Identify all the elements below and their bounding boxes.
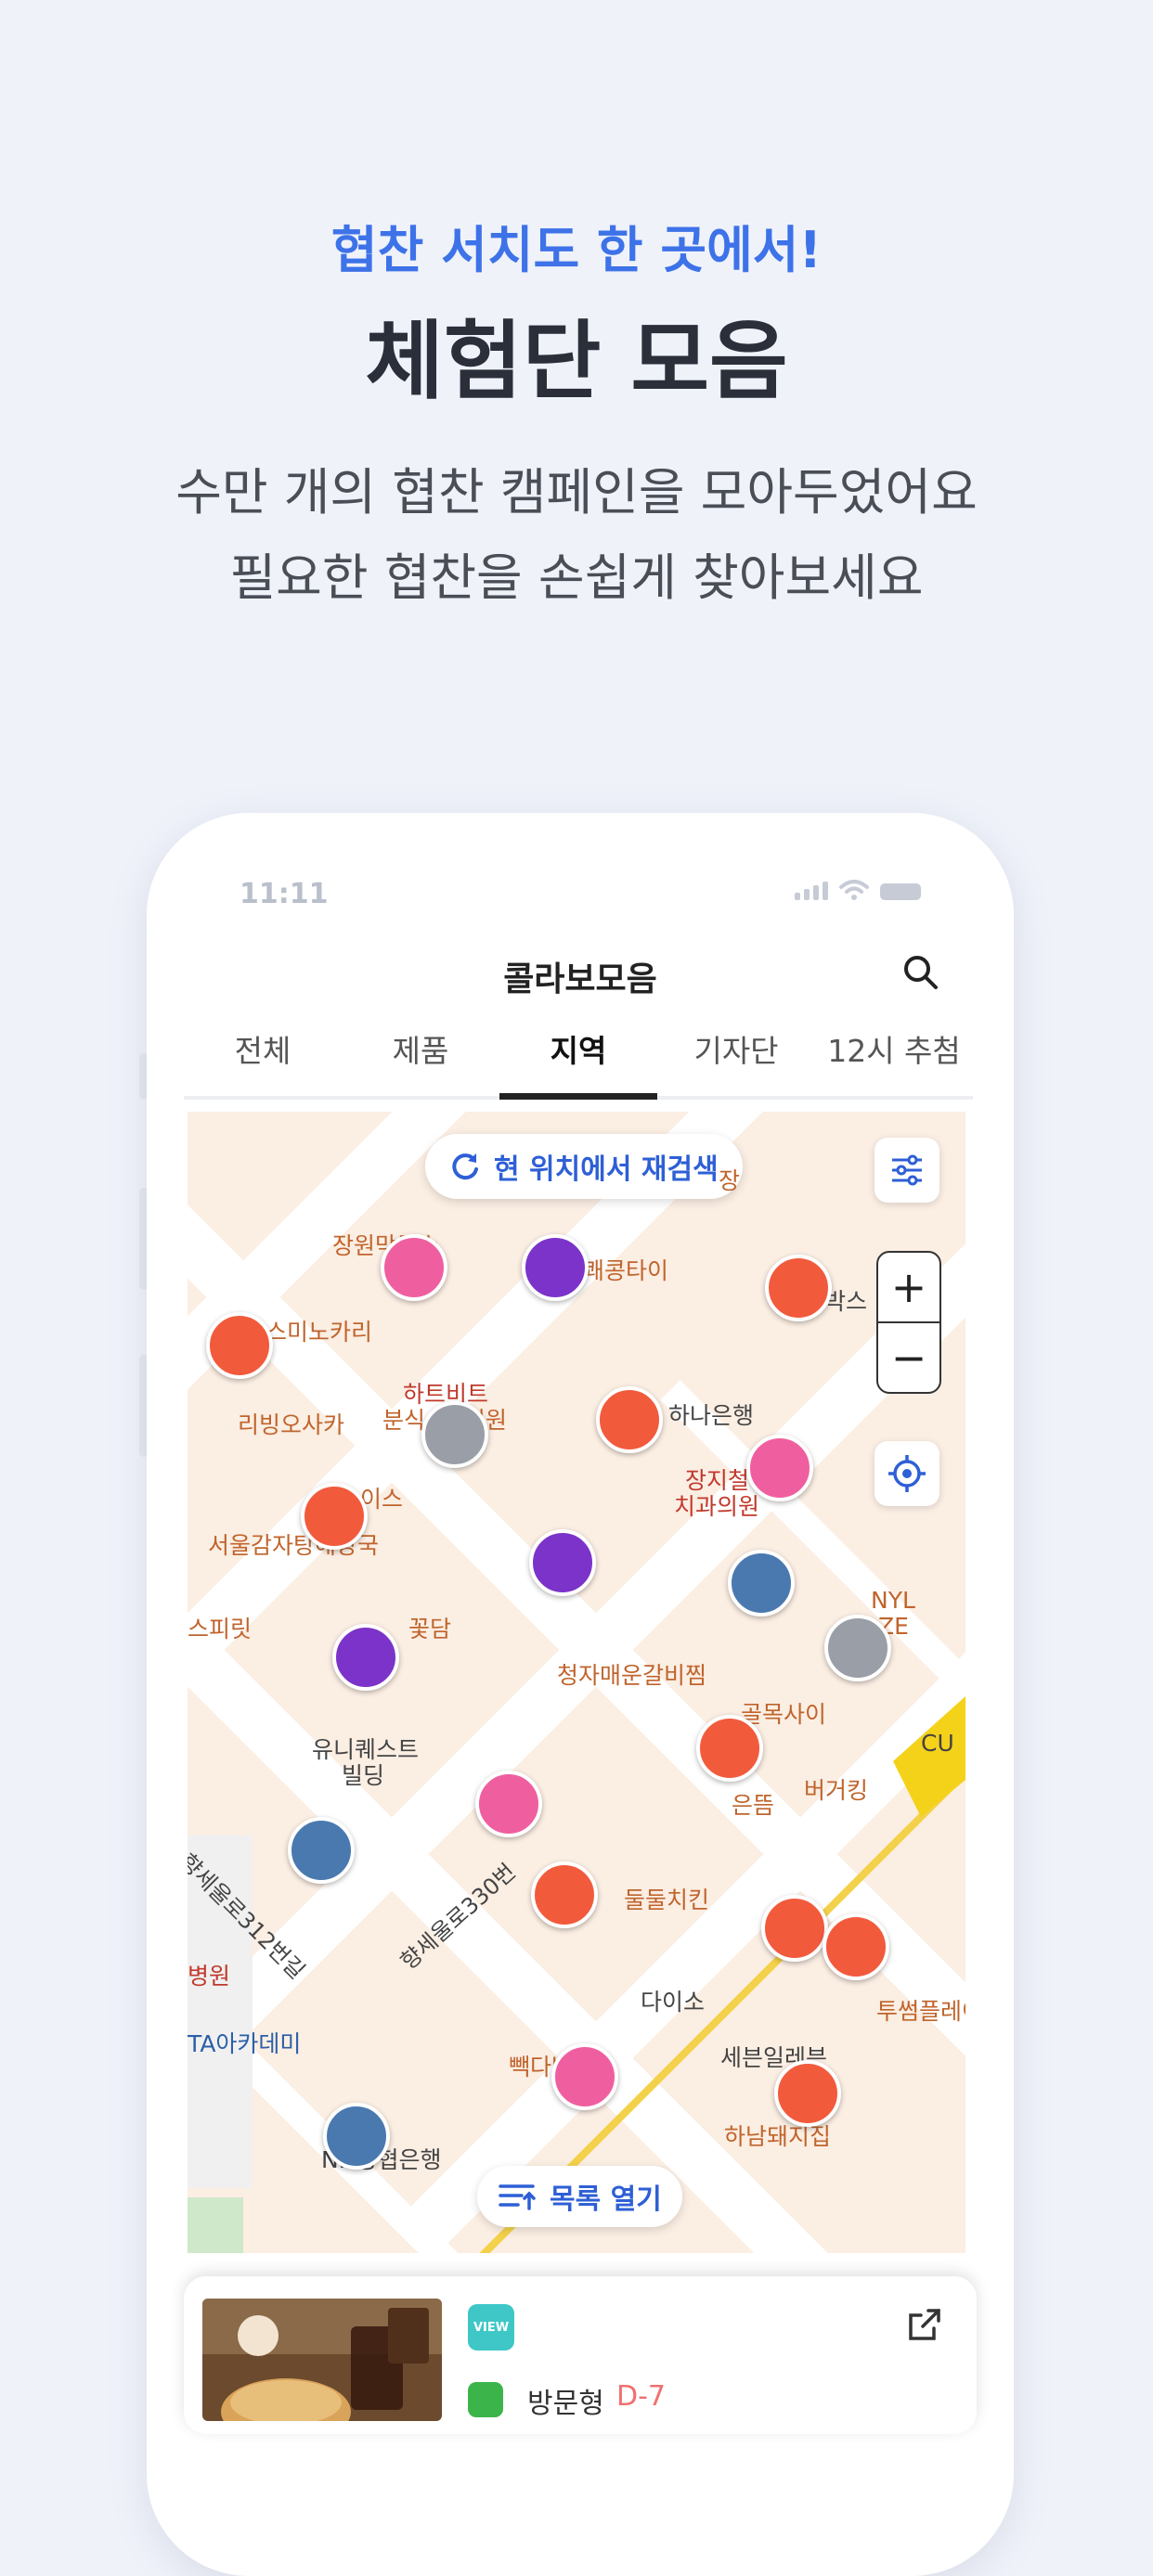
wifi-icon	[839, 880, 869, 900]
status-time: 11:11	[240, 878, 329, 910]
beauty-marker[interactable]	[475, 1771, 542, 1837]
map-label: 하나은행	[668, 1402, 755, 1429]
food-marker[interactable]	[761, 1895, 828, 1962]
tab-noon-draw[interactable]: 12시 추첨	[815, 1012, 973, 1096]
food-marker[interactable]	[696, 1715, 763, 1782]
research-label: 현 위치에서 재검색	[494, 1153, 719, 1186]
map-label: 둘둘치킨	[624, 1887, 710, 1913]
filter-button[interactable]	[874, 1138, 939, 1203]
map-label: 다이소	[641, 1989, 706, 2016]
ticket-marker[interactable]	[529, 1529, 596, 1596]
stay-marker[interactable]	[323, 2103, 390, 2170]
signal-icon	[795, 882, 828, 900]
food-marker[interactable]	[765, 1255, 832, 1321]
beauty-marker[interactable]	[381, 1234, 447, 1301]
search-icon[interactable]	[900, 952, 941, 993]
map-label: 버거킹	[804, 1777, 869, 1804]
zoom-control: + −	[876, 1251, 941, 1394]
hero-description: 수만 개의 협찬 캠페인을 모아두었어요 필요한 협찬을 손쉽게 찾아보세요	[0, 450, 1153, 621]
map-label: 분식	[382, 1407, 426, 1434]
dday-badge: D-7	[616, 2380, 667, 2413]
map-label: NYL	[871, 1587, 915, 1614]
map-label: 청자매운갈비찜	[557, 1662, 707, 1689]
locate-icon	[888, 1455, 926, 1492]
hero-subtitle: 협찬 서치도 한 곳에서!	[330, 221, 823, 279]
map-label: 은뜸	[732, 1792, 775, 1819]
map-label: 스미노카리	[266, 1319, 373, 1346]
battery-icon	[880, 883, 921, 900]
list-icon	[499, 2184, 536, 2210]
tab-reporter[interactable]: 기자단	[657, 1012, 815, 1096]
beauty-marker[interactable]	[551, 2043, 618, 2110]
map-label: 치과의원	[674, 1493, 760, 1520]
hero-description-line1: 수만 개의 협찬 캠페인을 모아두었어요	[175, 463, 978, 522]
category-tabs: 전체 제품 지역 기자단 12시 추첨	[184, 1012, 973, 1100]
hero-title: 체험단 모음	[365, 312, 788, 411]
share-icon[interactable]	[906, 2306, 943, 2343]
tab-region[interactable]: 지역	[499, 1012, 657, 1100]
status-icons	[795, 880, 921, 900]
zoom-in-button[interactable]: +	[878, 1253, 939, 1323]
more-marker[interactable]	[824, 1615, 891, 1681]
map-label: TA아카데미	[188, 2030, 302, 2057]
visit-type-icon	[468, 2382, 503, 2417]
stay-marker[interactable]	[728, 1550, 795, 1616]
stay-marker[interactable]	[288, 1817, 355, 1884]
ticket-marker[interactable]	[522, 1234, 589, 1301]
tab-all[interactable]: 전체	[184, 1012, 342, 1096]
map-label: 쾌콩타이	[583, 1257, 669, 1284]
ticket-marker[interactable]	[332, 1624, 399, 1691]
campaign-card[interactable]: VIEW 방문형 D-7	[184, 2276, 977, 2434]
map-label: CU	[921, 1730, 954, 1757]
list-open-label: 목록 열기	[550, 2183, 662, 2216]
food-marker[interactable]	[774, 2060, 841, 2127]
phone-frame: 11:11 콜라보모음 전체 제품 지역 기자단 12시 추첨 현 위치에서 재…	[147, 813, 1014, 2576]
app-title: 콜라보모음	[503, 960, 657, 998]
zoom-out-button[interactable]: −	[878, 1323, 939, 1392]
view-badge: VIEW	[468, 2304, 514, 2351]
food-marker[interactable]	[531, 1861, 598, 1928]
food-marker[interactable]	[596, 1386, 663, 1453]
map-label: 스피릿	[188, 1616, 253, 1642]
food-marker[interactable]	[823, 1913, 889, 1980]
locate-button[interactable]	[874, 1441, 939, 1506]
food-marker[interactable]	[301, 1483, 368, 1550]
more-marker[interactable]	[421, 1401, 488, 1468]
research-button[interactable]: 현 위치에서 재검색	[425, 1134, 743, 1199]
map-label: 장	[719, 1167, 741, 1194]
hero-description-line2: 필요한 협찬을 손쉽게 찾아보세요	[229, 548, 924, 607]
beauty-marker[interactable]	[746, 1435, 813, 1501]
campaign-thumbnail	[202, 2299, 442, 2421]
map-view[interactable]: 현 위치에서 재검색 + − 장 장원막국수 쾌콩타이 박스 스미노카리 하트비…	[188, 1112, 965, 2253]
filter-icon	[892, 1154, 922, 1186]
visit-type-label: 방문형	[527, 2388, 604, 2420]
list-open-button[interactable]: 목록 열기	[477, 2166, 682, 2227]
map-label: 병원	[188, 1963, 231, 1990]
map-label: 빌딩	[342, 1762, 385, 1789]
map-label: 투썸플레이	[876, 1998, 965, 2025]
food-marker[interactable]	[206, 1312, 273, 1379]
refresh-icon	[452, 1153, 478, 1180]
map-label: 리빙오사카	[238, 1411, 345, 1438]
map-label: 꽃담	[408, 1616, 452, 1642]
tab-product[interactable]: 제품	[342, 1012, 499, 1096]
